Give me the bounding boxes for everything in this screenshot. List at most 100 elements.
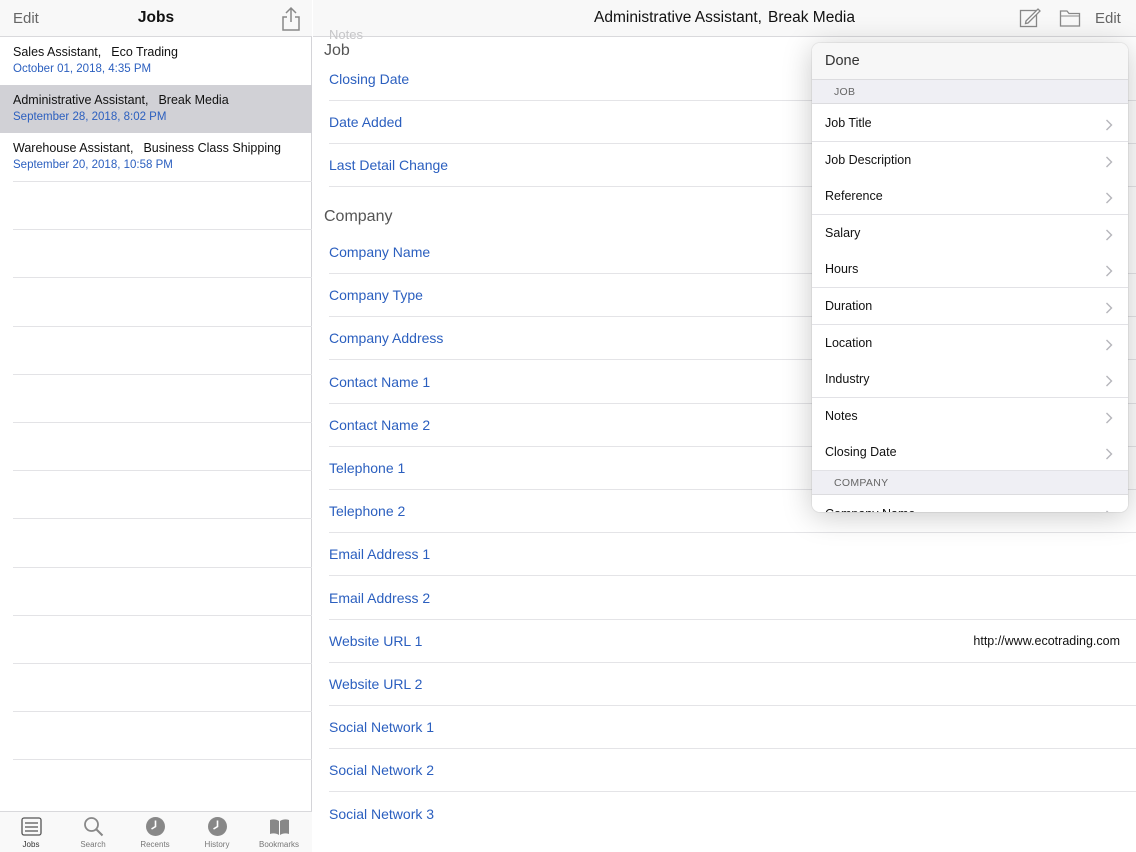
detail-field-row[interactable]: Social Network 3 — [329, 793, 1136, 836]
tab-bar: Jobs Search Recents History Bookmarks — [0, 811, 312, 852]
list-divider — [13, 326, 312, 327]
field-label: Website URL 2 — [329, 676, 423, 692]
job-list-item[interactable]: Sales Assistant, Eco Trading October 01, 2… — [0, 37, 312, 85]
popover-item-label: Job Description — [825, 152, 912, 167]
field-label: Company Type — [329, 287, 423, 304]
chevron-right-icon — [1105, 118, 1113, 131]
list-divider — [13, 567, 312, 568]
field-label: Email Address 1 — [329, 546, 431, 563]
popover-section-label: JOB — [834, 86, 856, 98]
detail-field-row[interactable]: Website URL 2 — [329, 663, 1136, 706]
field-label: Contact Name 2 — [329, 416, 431, 433]
popover-item[interactable]: Closing Date — [812, 434, 1128, 472]
book-icon — [269, 816, 290, 837]
popover-item[interactable]: Notes — [812, 397, 1128, 435]
popover-header: Done — [812, 43, 1128, 80]
popover-item[interactable]: Job Title — [812, 105, 1128, 142]
field-label: Company Name — [329, 244, 431, 260]
share-icon[interactable] — [280, 6, 302, 32]
list-divider — [13, 470, 312, 471]
detail-field-row[interactable]: Social Network 2 — [329, 749, 1136, 793]
popover-item-label: Hours — [825, 262, 859, 277]
folder-icon[interactable] — [1059, 8, 1081, 28]
job-title-text: Warehouse Assistant, — [13, 141, 134, 155]
popover-item-label: Notes — [825, 408, 858, 423]
tab-recents[interactable]: Recents — [124, 812, 186, 852]
field-label: Website URL 1 — [329, 632, 423, 649]
chevron-right-icon — [1105, 301, 1113, 314]
detail-title: Administrative Assistant, Break Media — [313, 9, 1136, 27]
popover-item[interactable]: Reference — [812, 178, 1128, 216]
chevron-right-icon — [1105, 509, 1113, 512]
detail-field-row[interactable]: Website URL 1 http://www.ecotrading.com — [329, 620, 1136, 663]
field-label: Social Network 3 — [329, 805, 435, 822]
list-divider — [13, 518, 312, 519]
tab-label: Search — [80, 840, 106, 849]
tab-bookmarks[interactable]: Bookmarks — [248, 812, 310, 852]
detail-field-row[interactable]: Email Address 2 — [329, 577, 1136, 620]
chevron-right-icon — [1105, 191, 1113, 204]
list-divider — [13, 277, 312, 278]
field-label: Social Network 2 — [329, 762, 435, 779]
tab-label: Recents — [140, 840, 170, 849]
job-list-item-date: September 20, 2018, 10:58 PM — [13, 159, 173, 171]
popover-item[interactable]: Salary — [812, 214, 1128, 252]
popover-item[interactable]: Company Name — [812, 496, 1128, 512]
search-icon — [83, 816, 104, 837]
list-divider — [13, 181, 312, 182]
field-label: Date Added — [329, 114, 403, 131]
tab-search[interactable]: Search — [62, 812, 124, 852]
field-label: Telephone 2 — [329, 503, 406, 520]
popover-item[interactable]: Location — [812, 324, 1128, 362]
job-title-text: Sales Assistant, — [13, 45, 102, 59]
popover-item[interactable]: Duration — [812, 288, 1128, 325]
popover-item-label: Industry — [825, 372, 870, 387]
job-list-item-title: Warehouse Assistant, Business Class Shipp… — [13, 141, 281, 155]
popover-item-label: Location — [825, 335, 873, 350]
chevron-right-icon — [1105, 447, 1113, 460]
job-list-item[interactable]: Warehouse Assistant, Business Class Shipp… — [0, 133, 312, 181]
chevron-right-icon — [1105, 155, 1113, 168]
detail-field-row[interactable]: Email Address 1 — [329, 533, 1136, 577]
ghost-section-label: Notes — [329, 27, 363, 42]
field-label: Last Detail Change — [329, 157, 449, 174]
list-icon — [21, 816, 42, 837]
tab-label: Jobs — [22, 840, 40, 849]
popover-section-header: JOB — [812, 80, 1128, 104]
sidebar-nav-bar: Edit Jobs — [0, 0, 312, 37]
list-divider — [13, 711, 312, 712]
clock-icon — [207, 816, 228, 837]
field-label: Contact Name 1 — [329, 373, 431, 390]
chevron-right-icon — [1105, 338, 1113, 351]
popover-item-label: Duration — [825, 299, 873, 313]
popover-item[interactable]: Industry — [812, 361, 1128, 399]
done-button[interactable]: Done — [825, 53, 860, 69]
jobs-sidebar: Edit Jobs Sales Assistant, Eco Trading Oct… — [0, 0, 312, 852]
job-list-item-date: October 01, 2018, 4:35 PM — [13, 63, 152, 75]
detail-nav-bar: Administrative Assistant, Break Media Edi… — [313, 0, 1136, 37]
popover-section-header: COMPANY — [812, 471, 1128, 495]
field-label: Company Address — [329, 330, 444, 347]
job-list-item-title: Administrative Assistant, Break Media — [13, 93, 229, 107]
tab-label: History — [204, 840, 230, 849]
field-label: Social Network 1 — [329, 719, 435, 736]
popover-item[interactable]: Hours — [812, 251, 1128, 289]
popover-item-label: Closing Date — [825, 445, 897, 460]
detail-edit-button[interactable]: Edit — [1095, 10, 1121, 27]
sidebar-title: Jobs — [137, 9, 175, 26]
job-list-item[interactable]: Administrative Assistant, Break Media Sept… — [0, 85, 312, 133]
popover-item-label: Job Title — [825, 116, 872, 130]
list-divider — [13, 374, 312, 375]
field-label: Closing Date — [329, 71, 410, 87]
job-company-text: Business Class Shipping — [143, 141, 282, 155]
tab-jobs[interactable]: Jobs — [0, 812, 62, 852]
chevron-right-icon — [1105, 411, 1113, 424]
chevron-right-icon — [1105, 228, 1113, 241]
popover-item-label: Salary — [825, 225, 861, 240]
tab-history[interactable]: History — [186, 812, 248, 852]
compose-icon[interactable] — [1019, 7, 1041, 29]
list-divider — [13, 615, 312, 616]
detail-field-row[interactable]: Social Network 1 — [329, 706, 1136, 750]
popover-item[interactable]: Job Description — [812, 141, 1128, 179]
job-company-text: Eco Trading — [111, 45, 178, 59]
